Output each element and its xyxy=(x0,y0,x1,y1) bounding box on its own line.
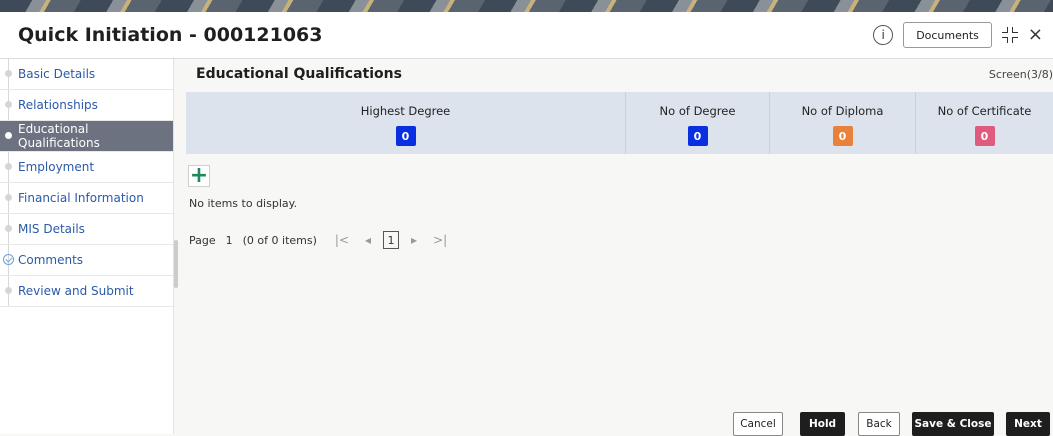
page-title: Quick Initiation - 000121063 xyxy=(18,24,323,46)
add-qualification-button[interactable]: + xyxy=(188,165,210,187)
check-circle-icon xyxy=(3,254,14,265)
header-actions: i Documents × xyxy=(873,22,1043,48)
empty-message: No items to display. xyxy=(189,197,298,210)
section-title: Educational Qualifications xyxy=(196,66,402,82)
header-banner xyxy=(0,0,1053,12)
cancel-button[interactable]: Cancel xyxy=(733,412,783,436)
step-dot-icon xyxy=(5,101,12,108)
count-badge: 0 xyxy=(832,126,853,146)
prev-page-icon[interactable]: ◂ xyxy=(365,233,371,247)
count-badge: 0 xyxy=(395,126,416,146)
step-dot-icon xyxy=(5,194,12,201)
sidebar-item-relationships[interactable]: Relationships xyxy=(0,90,173,121)
summary-label: No of Degree xyxy=(659,104,736,118)
pager-page-label: Page xyxy=(189,233,216,247)
pager-items-count: (0 of 0 items) xyxy=(242,233,317,247)
documents-button[interactable]: Documents xyxy=(903,22,992,48)
hold-button[interactable]: Hold xyxy=(800,412,845,436)
sidebar-resize-handle[interactable] xyxy=(174,240,178,288)
first-page-icon[interactable]: |< xyxy=(335,233,349,247)
sidebar-item-label: Educational Qualifications xyxy=(18,122,100,150)
summary-highest-degree: Highest Degree 0 xyxy=(186,92,626,154)
sidebar-item-educational-qualifications[interactable]: Educational Qualifications xyxy=(0,121,173,152)
plus-icon: + xyxy=(189,163,209,188)
step-dot-icon xyxy=(5,225,12,232)
step-dot-icon xyxy=(5,132,12,139)
qualification-summary: Highest Degree 0 No of Degree 0 No of Di… xyxy=(186,92,1053,154)
last-page-icon[interactable]: >| xyxy=(433,233,447,247)
save-close-button[interactable]: Save & Close xyxy=(912,412,994,436)
step-dot-icon xyxy=(5,163,12,170)
step-dot-icon xyxy=(5,287,12,294)
close-icon[interactable]: × xyxy=(1028,26,1043,44)
sidebar-item-label: MIS Details xyxy=(18,222,85,236)
summary-no-of-degree: No of Degree 0 xyxy=(626,92,770,154)
info-icon[interactable]: i xyxy=(873,25,894,45)
sidebar-item-comments[interactable]: Comments xyxy=(0,245,173,276)
summary-no-of-diploma: No of Diploma 0 xyxy=(770,92,916,154)
sidebar-item-label: Review and Submit xyxy=(18,284,134,298)
next-button[interactable]: Next xyxy=(1006,412,1050,436)
sidebar-item-label: Financial Information xyxy=(18,191,144,205)
screen-indicator: Screen(3/8) xyxy=(988,68,1053,81)
pagination: Page 1 (0 of 0 items) |< ◂ 1 ▸ >| xyxy=(189,231,455,249)
summary-label: Highest Degree xyxy=(360,104,451,118)
count-badge: 0 xyxy=(974,126,995,146)
window-header: Quick Initiation - 000121063 i Documents… xyxy=(0,12,1053,59)
step-dot-icon xyxy=(5,70,12,77)
sidebar-item-review-and-submit[interactable]: Review and Submit xyxy=(0,276,173,307)
sidebar-item-label: Relationships xyxy=(18,98,98,112)
expand-icon[interactable] xyxy=(1001,27,1018,43)
sidebar-item-employment[interactable]: Employment xyxy=(0,152,173,183)
main-content: Educational Qualifications Screen(3/8) H… xyxy=(186,59,1053,389)
sidebar-item-label: Employment xyxy=(18,160,95,174)
sidebar-item-label: Basic Details xyxy=(18,67,96,81)
footer-actions: Cancel Hold Back Save & Close Next xyxy=(0,404,1053,436)
summary-label: No of Certificate xyxy=(937,104,1032,118)
pager-page-number: 1 xyxy=(225,233,233,247)
summary-no-of-certificate: No of Certificate 0 xyxy=(916,92,1053,154)
sidebar-item-financial-information[interactable]: Financial Information xyxy=(0,183,173,214)
sidebar: Basic Details Relationships Educational … xyxy=(0,59,174,434)
sidebar-item-label: Comments xyxy=(18,253,84,267)
sidebar-item-basic-details[interactable]: Basic Details xyxy=(0,59,173,90)
sidebar-item-mis-details[interactable]: MIS Details xyxy=(0,214,173,245)
next-page-icon[interactable]: ▸ xyxy=(411,233,417,247)
back-button[interactable]: Back xyxy=(858,412,900,436)
summary-label: No of Diploma xyxy=(801,104,884,118)
count-badge: 0 xyxy=(687,126,708,146)
current-page-box[interactable]: 1 xyxy=(383,231,400,249)
